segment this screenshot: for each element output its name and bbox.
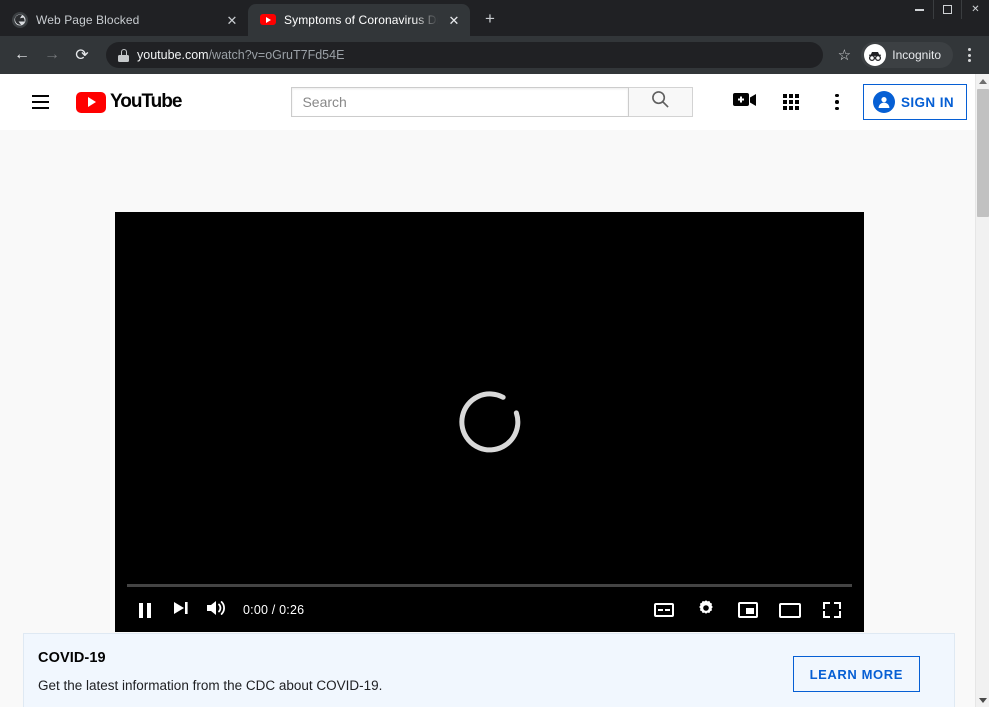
covid-info-panel: COVID-19 Get the latest information from… — [23, 633, 955, 707]
youtube-icon — [260, 12, 276, 28]
forward-button[interactable]: → — [38, 41, 66, 69]
tab-title: Web Page Blocked — [36, 13, 216, 27]
subtitles-button[interactable] — [646, 592, 682, 628]
settings-button[interactable] — [688, 592, 724, 628]
theater-mode-icon — [779, 603, 801, 618]
back-button[interactable]: ← — [8, 41, 36, 69]
pause-button[interactable] — [127, 592, 163, 628]
url-host: youtube.com — [137, 48, 209, 62]
minimize-button[interactable] — [905, 0, 933, 19]
new-tab-button[interactable]: + — [476, 5, 504, 33]
page-scrollbar[interactable] — [975, 74, 989, 707]
search-button[interactable] — [629, 87, 693, 117]
reload-button[interactable]: ⟳ — [68, 41, 96, 69]
covid-panel-text: COVID-19 Get the latest information from… — [38, 650, 793, 693]
tab-close-icon[interactable]: ✕ — [446, 12, 462, 28]
volume-up-icon — [206, 599, 228, 622]
video-camera-plus-icon — [733, 91, 757, 114]
fullscreen-button[interactable] — [814, 592, 850, 628]
tab-web-page-blocked[interactable]: Web Page Blocked ✕ — [0, 4, 248, 36]
search-input[interactable]: Search — [291, 87, 629, 117]
sign-in-button[interactable]: SIGN IN — [863, 84, 967, 120]
lock-icon — [118, 49, 129, 62]
miniplayer-button[interactable] — [730, 592, 766, 628]
scroll-down-icon[interactable] — [976, 693, 989, 707]
youtube-logo-text: YouTube — [110, 91, 181, 113]
url-path: /watch?v=oGruT7Fd54E — [209, 48, 345, 62]
page-viewport: YouTube Search — [0, 74, 989, 707]
covid-panel-description: Get the latest information from the CDC … — [38, 678, 793, 693]
address-bar-url: youtube.com/watch?v=oGruT7Fd54E — [137, 48, 344, 62]
create-video-button[interactable] — [725, 82, 765, 122]
address-bar[interactable]: youtube.com/watch?v=oGruT7Fd54E — [106, 42, 823, 68]
search-placeholder: Search — [302, 94, 346, 110]
scroll-up-icon[interactable] — [976, 74, 989, 88]
theater-mode-button[interactable] — [772, 592, 808, 628]
tab-strip: Web Page Blocked ✕ Symptoms of Coronavir… — [0, 0, 989, 36]
scroll-thumb[interactable] — [977, 89, 989, 217]
search-icon — [651, 90, 670, 114]
browser-window: Web Page Blocked ✕ Symptoms of Coronavir… — [0, 0, 989, 707]
player-control-row: 0:00 / 0:26 — [115, 588, 864, 632]
youtube-apps-button[interactable] — [771, 82, 811, 122]
browser-titlebar: Web Page Blocked ✕ Symptoms of Coronavir… — [0, 0, 989, 36]
window-controls: ✕ — [905, 0, 989, 19]
maximize-button[interactable] — [933, 0, 961, 19]
bookmark-star-icon[interactable]: ☆ — [831, 42, 857, 68]
browser-toolbar: ← → ⟳ youtube.com/watch?v=oGruT7Fd54E ☆ … — [0, 36, 989, 74]
covid-panel-title: COVID-19 — [38, 650, 793, 666]
tab-title: Symptoms of Coronavirus Diseas — [284, 13, 438, 27]
apps-grid-icon — [783, 94, 799, 110]
search-bar: Search — [291, 87, 693, 117]
youtube-masthead: YouTube Search — [0, 74, 975, 130]
masthead-buttons: SIGN IN — [725, 82, 975, 122]
youtube-logo[interactable]: YouTube — [76, 91, 181, 113]
loading-spinner-icon — [446, 379, 533, 466]
video-player[interactable]: 0:00 / 0:26 — [115, 212, 864, 632]
tab-symptoms-of-coronavirus[interactable]: Symptoms of Coronavirus Diseas ✕ — [248, 4, 470, 36]
volume-button[interactable] — [199, 592, 235, 628]
miniplayer-icon — [738, 602, 758, 618]
incognito-icon — [864, 44, 886, 66]
kebab-menu-icon — [835, 94, 839, 111]
page-content: 0:00 / 0:26 — [0, 130, 989, 707]
time-display: 0:00 / 0:26 — [243, 603, 304, 617]
progress-bar[interactable] — [127, 584, 852, 587]
closed-captions-icon — [654, 603, 674, 617]
hamburger-icon[interactable] — [20, 82, 60, 122]
tab-close-icon[interactable]: ✕ — [224, 12, 240, 28]
player-controls: 0:00 / 0:26 — [115, 584, 864, 632]
incognito-label: Incognito — [892, 48, 941, 62]
sign-in-label: SIGN IN — [901, 95, 954, 110]
next-video-icon — [172, 600, 190, 621]
next-video-button[interactable] — [163, 592, 199, 628]
pause-icon — [139, 603, 151, 618]
browser-menu-icon[interactable] — [957, 41, 981, 69]
youtube-settings-menu-button[interactable] — [817, 82, 857, 122]
learn-more-button[interactable]: LEARN MORE — [793, 656, 920, 692]
youtube-play-icon — [76, 92, 106, 113]
gear-icon — [696, 598, 716, 623]
incognito-indicator[interactable]: Incognito — [861, 42, 953, 68]
account-circle-icon — [873, 91, 895, 113]
fullscreen-icon — [823, 602, 841, 618]
player-right-controls — [646, 592, 852, 628]
close-window-button[interactable]: ✕ — [961, 0, 989, 19]
covid-panel-top: COVID-19 Get the latest information from… — [24, 634, 954, 693]
globe-icon — [12, 12, 28, 28]
